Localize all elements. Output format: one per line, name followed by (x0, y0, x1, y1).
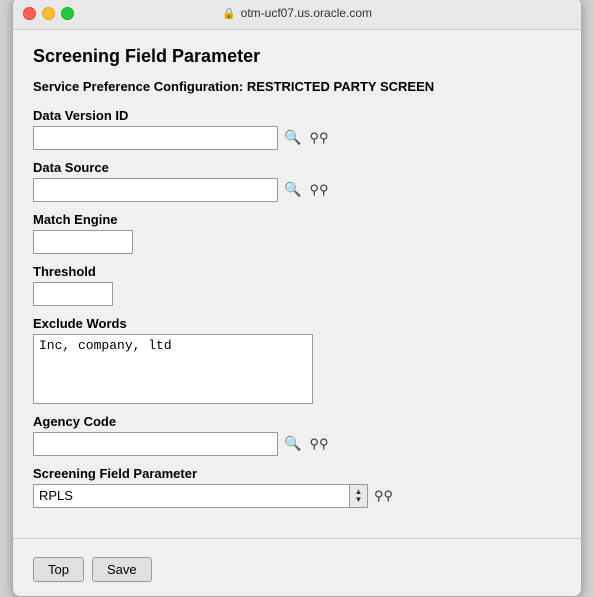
exclude-words-row: Inc, company, ltd (33, 334, 561, 404)
match-engine-label: Match Engine (33, 212, 561, 227)
data-source-group: Data Source CUSTOMS INFO 🔍 ⚲⚲ (33, 160, 561, 202)
exclude-words-label: Exclude Words (33, 316, 561, 331)
search-icon: 🔍 (284, 181, 301, 198)
subtitle: Service Preference Configuration: RESTRI… (33, 79, 561, 94)
title-bar-text: 🔒 otm-ucf07.us.oracle.com (222, 6, 372, 20)
agency-code-label: Agency Code (33, 414, 561, 429)
search-icon: 🔍 (284, 129, 301, 146)
screening-field-glasses-button[interactable]: ⚲⚲ (372, 488, 395, 504)
glasses-icon: ⚲⚲ (374, 488, 393, 504)
agency-code-row: 🔍 ⚲⚲ (33, 432, 561, 456)
top-button[interactable]: Top (33, 557, 84, 582)
data-version-id-row: 🔍 ⚲⚲ (33, 126, 561, 150)
match-engine-row: Dice (33, 230, 561, 254)
page-title: Screening Field Parameter (33, 46, 561, 67)
threshold-group: Threshold 0.500 (33, 264, 561, 306)
data-source-label: Data Source (33, 160, 561, 175)
data-version-id-label: Data Version ID (33, 108, 561, 123)
data-version-id-search-button[interactable]: 🔍 (282, 129, 303, 146)
screening-field-select[interactable]: RPLS ▲ ▼ (33, 484, 368, 508)
search-icon: 🔍 (284, 435, 301, 452)
data-version-id-input[interactable] (33, 126, 278, 150)
select-arrows[interactable]: ▲ ▼ (349, 485, 367, 507)
glasses-icon: ⚲⚲ (309, 436, 328, 452)
screening-field-label: Screening Field Parameter (33, 466, 561, 481)
data-source-search-button[interactable]: 🔍 (282, 181, 303, 198)
screening-field-group: Screening Field Parameter RPLS ▲ ▼ ⚲⚲ (33, 466, 561, 508)
match-engine-input[interactable]: Dice (33, 230, 133, 254)
footer: Top Save (13, 547, 581, 596)
main-window: 🔒 otm-ucf07.us.oracle.com Screening Fiel… (12, 0, 582, 597)
title-bar: 🔒 otm-ucf07.us.oracle.com (13, 0, 581, 30)
close-button[interactable] (23, 7, 36, 20)
threshold-row: 0.500 (33, 282, 561, 306)
footer-divider (13, 538, 581, 539)
arrow-down-icon: ▼ (355, 496, 363, 504)
agency-code-group: Agency Code 🔍 ⚲⚲ (33, 414, 561, 456)
lock-icon: 🔒 (222, 7, 236, 20)
agency-code-search-button[interactable]: 🔍 (282, 435, 303, 452)
screening-field-value: RPLS (34, 488, 349, 503)
glasses-icon: ⚲⚲ (309, 130, 328, 146)
minimize-button[interactable] (42, 7, 55, 20)
threshold-input[interactable]: 0.500 (33, 282, 113, 306)
screening-field-row: RPLS ▲ ▼ ⚲⚲ (33, 484, 561, 508)
form-content: Screening Field Parameter Service Prefer… (13, 30, 581, 534)
data-version-id-group: Data Version ID 🔍 ⚲⚲ (33, 108, 561, 150)
data-source-row: CUSTOMS INFO 🔍 ⚲⚲ (33, 178, 561, 202)
agency-code-glasses-button[interactable]: ⚲⚲ (307, 436, 330, 452)
threshold-label: Threshold (33, 264, 561, 279)
traffic-lights (23, 7, 74, 20)
agency-code-input[interactable] (33, 432, 278, 456)
match-engine-group: Match Engine Dice (33, 212, 561, 254)
save-button[interactable]: Save (92, 557, 152, 582)
maximize-button[interactable] (61, 7, 74, 20)
data-source-glasses-button[interactable]: ⚲⚲ (307, 182, 330, 198)
exclude-words-group: Exclude Words Inc, company, ltd (33, 316, 561, 404)
data-version-id-glasses-button[interactable]: ⚲⚲ (307, 130, 330, 146)
glasses-icon: ⚲⚲ (309, 182, 328, 198)
exclude-words-textarea[interactable]: Inc, company, ltd (33, 334, 313, 404)
data-source-input[interactable]: CUSTOMS INFO (33, 178, 278, 202)
url-text: otm-ucf07.us.oracle.com (241, 6, 372, 20)
